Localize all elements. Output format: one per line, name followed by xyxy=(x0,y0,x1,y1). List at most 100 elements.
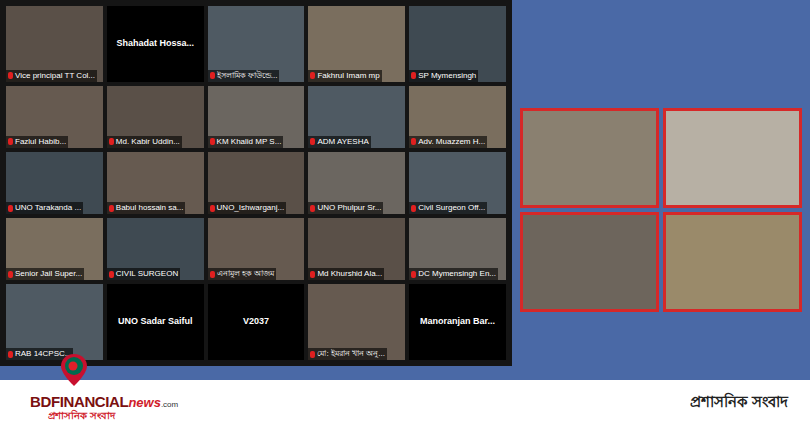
name-bar: DC Mymensingh En... xyxy=(409,268,498,280)
participant-tile[interactable]: মো: ইমরান খান অনু... xyxy=(308,284,405,360)
name-bar: ইসলামিক ফাউন্ডে... xyxy=(208,70,280,82)
mic-icon[interactable] xyxy=(310,351,315,358)
participant-name: Fazlul Habib... xyxy=(15,137,66,147)
participant-tile[interactable]: Fazlul Habib... xyxy=(6,86,103,148)
name-bar: Md. Kabir Uddin... xyxy=(107,136,182,148)
name-bar: Civil Surgeon Off... xyxy=(409,202,487,214)
meeting-gallery: Vice principal TT Col... Shahadat Hossa..… xyxy=(0,0,512,366)
participant-tile[interactable]: Adv. Muazzem H... xyxy=(409,86,506,148)
participant-tile[interactable]: SP Mymensingh xyxy=(409,6,506,82)
participant-name: ইসলামিক ফাউন্ডে... xyxy=(217,71,278,81)
participant-name: V2037 xyxy=(243,315,269,329)
participant-tile[interactable]: Fakhrul Imam mp xyxy=(308,6,405,82)
participant-tile[interactable]: এনামুল হক আজম xyxy=(208,218,305,280)
mic-icon[interactable] xyxy=(411,205,416,212)
participant-tile[interactable]: DC Mymensingh En... xyxy=(409,218,506,280)
participant-name: KM Khalid MP S... xyxy=(217,137,282,147)
name-bar: Fakhrul Imam mp xyxy=(308,70,381,82)
participant-tile[interactable]: Senior Jail Super... xyxy=(6,218,103,280)
participant-name: Babul hossain sa... xyxy=(116,203,184,213)
name-bar: KM Khalid MP S... xyxy=(208,136,284,148)
mic-icon[interactable] xyxy=(8,72,13,79)
participant-tile[interactable]: KM Khalid MP S... xyxy=(208,86,305,148)
participant-name: RAB 14CPSC... xyxy=(15,349,71,359)
name-bar: এনামুল হক আজম xyxy=(208,268,276,280)
participant-tile[interactable]: Vice principal TT Col... xyxy=(6,6,103,82)
participant-tile[interactable]: Manoranjan Bar... xyxy=(409,284,506,360)
participant-tile[interactable]: Md. Kabir Uddin... xyxy=(107,86,204,148)
participant-name: DC Mymensingh En... xyxy=(418,269,496,279)
category-label: প্রশাসনিক সংবাদ xyxy=(690,391,788,414)
participant-name: UNO Sadar Saiful xyxy=(118,315,193,329)
photo-area: Vice principal TT Col... Shahadat Hossa..… xyxy=(0,0,810,380)
name-bar: Md Khurshid Ala... xyxy=(308,268,384,280)
participant-tile[interactable]: Md Khurshid Ala... xyxy=(308,218,405,280)
mic-icon[interactable] xyxy=(210,138,215,145)
participant-name: UNO Tarakanda ... xyxy=(15,203,81,213)
mic-icon[interactable] xyxy=(310,72,315,79)
name-bar: UNO Phulpur Sr... xyxy=(308,202,383,214)
name-bar: মো: ইমরান খান অনু... xyxy=(308,348,387,360)
name-bar: Vice principal TT Col... xyxy=(6,70,97,82)
name-bar: Senior Jail Super... xyxy=(6,268,84,280)
participant-name: এনামুল হক আজম xyxy=(217,269,274,279)
mic-icon[interactable] xyxy=(109,205,114,212)
featured-tile xyxy=(520,212,659,312)
participant-tile[interactable]: Babul hossain sa... xyxy=(107,152,204,214)
mic-icon[interactable] xyxy=(310,271,315,278)
participant-name: SP Mymensingh xyxy=(418,71,476,81)
mic-icon[interactable] xyxy=(109,138,114,145)
participant-name: Vice principal TT Col... xyxy=(15,71,95,81)
participant-name: Md. Kabir Uddin... xyxy=(116,137,180,147)
name-bar: ADM AYESHA xyxy=(308,136,370,148)
participant-name: ADM AYESHA xyxy=(317,137,368,147)
name-bar: Babul hossain sa... xyxy=(107,202,186,214)
participant-name: Md Khurshid Ala... xyxy=(317,269,382,279)
participant-tile[interactable]: UNO Tarakanda ... xyxy=(6,152,103,214)
mic-icon[interactable] xyxy=(210,271,215,278)
participant-tile[interactable]: Civil Surgeon Off... xyxy=(409,152,506,214)
participant-name: UNO_Ishwarganj... xyxy=(217,203,285,213)
logo-brand: BDFINANCIAL xyxy=(30,394,128,409)
mic-icon[interactable] xyxy=(8,271,13,278)
participant-tile[interactable]: RAB 14CPSC... xyxy=(6,284,103,360)
participant-tile[interactable]: V2037 xyxy=(208,284,305,360)
mic-icon[interactable] xyxy=(8,138,13,145)
participant-name: Manoranjan Bar... xyxy=(420,315,495,329)
banner: BDFINANCIAL news .com প্রশাসনিক সংবাদ প্… xyxy=(0,380,810,425)
mic-icon[interactable] xyxy=(310,138,315,145)
name-bar: RAB 14CPSC... xyxy=(6,348,73,360)
featured-tile xyxy=(520,108,659,208)
name-bar: SP Mymensingh xyxy=(409,70,478,82)
mic-icon[interactable] xyxy=(8,205,13,212)
participant-tile[interactable]: ADM AYESHA xyxy=(308,86,405,148)
name-bar: Fazlul Habib... xyxy=(6,136,68,148)
name-bar: CIVIL SURGEON xyxy=(107,268,180,280)
participant-name: CIVIL SURGEON xyxy=(116,269,178,279)
name-bar: UNO Tarakanda ... xyxy=(6,202,83,214)
participant-tile[interactable]: UNO Sadar Saiful xyxy=(107,284,204,360)
mic-icon[interactable] xyxy=(210,72,215,79)
featured-tile xyxy=(663,108,802,208)
participant-tile[interactable]: Shahadat Hossa... xyxy=(107,6,204,82)
participant-name: Adv. Muazzem H... xyxy=(418,137,485,147)
participant-name: Shahadat Hossa... xyxy=(116,37,194,51)
mic-icon[interactable] xyxy=(411,138,416,145)
mic-icon[interactable] xyxy=(411,271,416,278)
mic-icon[interactable] xyxy=(210,205,215,212)
participant-tile[interactable]: UNO Phulpur Sr... xyxy=(308,152,405,214)
participant-tile[interactable]: UNO_Ishwarganj... xyxy=(208,152,305,214)
logo: BDFINANCIAL news .com প্রশাসনিক সংবাদ xyxy=(30,384,178,421)
mic-icon[interactable] xyxy=(310,205,315,212)
participant-tile[interactable]: ইসলামিক ফাউন্ডে... xyxy=(208,6,305,82)
featured-tile xyxy=(663,212,802,312)
mic-icon[interactable] xyxy=(8,351,13,358)
mic-icon[interactable] xyxy=(109,271,114,278)
mic-icon[interactable] xyxy=(411,72,416,79)
map-pin-icon xyxy=(56,352,92,388)
participant-tile[interactable]: CIVIL SURGEON xyxy=(107,218,204,280)
logo-domain: .com xyxy=(161,401,178,409)
participant-name: Senior Jail Super... xyxy=(15,269,82,279)
name-bar: UNO_Ishwarganj... xyxy=(208,202,287,214)
name-bar: Adv. Muazzem H... xyxy=(409,136,487,148)
